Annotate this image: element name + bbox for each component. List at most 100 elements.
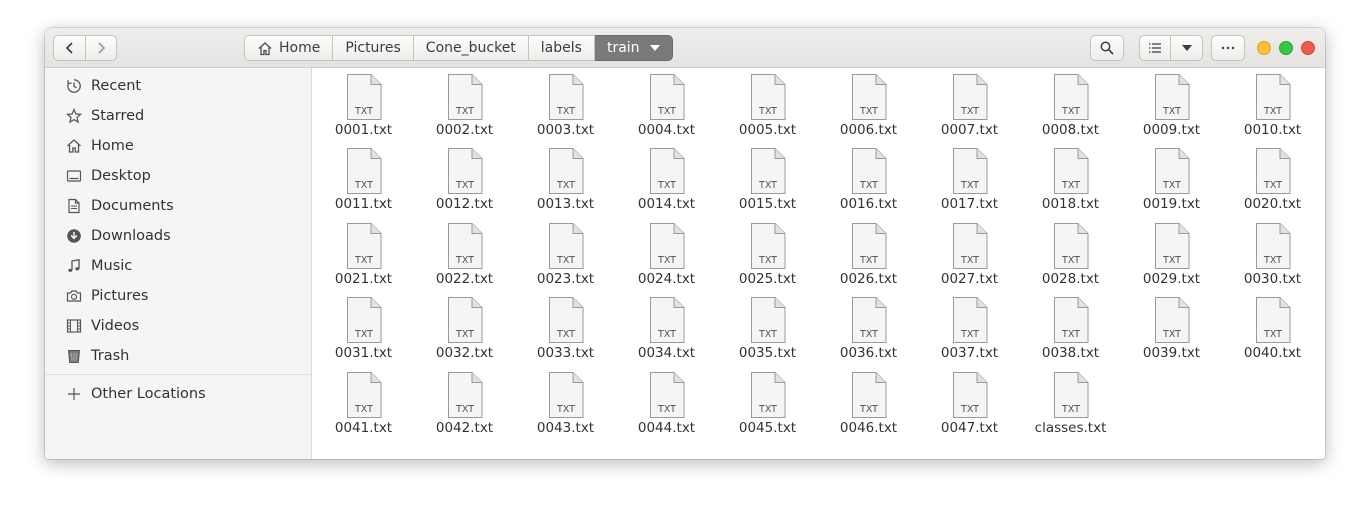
file-item[interactable]: TXT 0017.txt [919, 147, 1020, 221]
file-item[interactable]: TXT 0015.txt [717, 147, 818, 221]
file-item[interactable]: TXT 0003.txt [515, 73, 616, 147]
file-item[interactable]: TXT 0004.txt [616, 73, 717, 147]
file-item[interactable]: TXT 0025.txt [717, 222, 818, 296]
text-file-icon: TXT [447, 371, 482, 418]
back-button[interactable] [53, 35, 86, 61]
file-item[interactable]: TXT 0039.txt [1121, 296, 1222, 370]
file-item[interactable]: TXT 0023.txt [515, 222, 616, 296]
file-item[interactable]: TXT 0008.txt [1020, 73, 1121, 147]
caret-down-icon [649, 45, 660, 51]
file-name: 0013.txt [536, 196, 595, 213]
svg-text:TXT: TXT [455, 180, 474, 191]
svg-text:TXT: TXT [758, 329, 777, 340]
file-item[interactable]: TXT 0047.txt [919, 371, 1020, 445]
file-item[interactable]: TXT 0024.txt [616, 222, 717, 296]
file-item[interactable]: TXT 0043.txt [515, 371, 616, 445]
forward-button[interactable] [85, 35, 117, 61]
file-item[interactable]: TXT 0030.txt [1222, 222, 1323, 296]
text-file-icon: TXT [346, 297, 381, 344]
sidebar-item-pictures[interactable]: Pictures [45, 281, 311, 311]
file-item[interactable]: TXT 0021.txt [313, 222, 414, 296]
text-file-icon: TXT [548, 297, 583, 344]
menu-button[interactable] [1211, 35, 1245, 61]
sidebar-item-starred[interactable]: Starred [45, 101, 311, 131]
file-item[interactable]: TXT 0036.txt [818, 296, 919, 370]
svg-text:TXT: TXT [758, 255, 777, 266]
file-item[interactable]: TXT 0034.txt [616, 296, 717, 370]
file-item[interactable]: TXT 0011.txt [313, 147, 414, 221]
file-item[interactable]: TXT 0018.txt [1020, 147, 1121, 221]
file-item[interactable]: TXT 0028.txt [1020, 222, 1121, 296]
maximize-button[interactable] [1279, 41, 1293, 55]
file-item[interactable]: TXT 0005.txt [717, 73, 818, 147]
file-item[interactable]: TXT 0001.txt [313, 73, 414, 147]
file-item[interactable]: TXT 0002.txt [414, 73, 515, 147]
file-item[interactable]: TXT 0020.txt [1222, 147, 1323, 221]
sidebar-item-documents[interactable]: Documents [45, 191, 311, 221]
file-item[interactable]: TXT 0009.txt [1121, 73, 1222, 147]
file-item[interactable]: TXT 0019.txt [1121, 147, 1222, 221]
file-item[interactable]: TXT 0013.txt [515, 147, 616, 221]
crumb-label: Pictures [345, 40, 401, 56]
text-file-icon: TXT [851, 297, 886, 344]
text-file-icon: TXT [750, 222, 785, 269]
file-item[interactable]: TXT 0046.txt [818, 371, 919, 445]
file-item[interactable]: TXT 0016.txt [818, 147, 919, 221]
file-item[interactable]: TXT 0029.txt [1121, 222, 1222, 296]
file-item[interactable]: TXT 0042.txt [414, 371, 515, 445]
sidebar-item-recent[interactable]: Recent [45, 71, 311, 101]
text-file-icon: TXT [447, 297, 482, 344]
text-file-icon: TXT [750, 74, 785, 120]
crumb-cone-bucket[interactable]: Cone_bucket [413, 35, 529, 61]
crumb-home[interactable]: Home [244, 35, 334, 61]
sidebar-item-trash[interactable]: Trash [45, 341, 311, 371]
text-file-icon: TXT [952, 148, 987, 195]
file-item[interactable]: TXT 0027.txt [919, 222, 1020, 296]
crumb-train[interactable]: train [594, 35, 673, 61]
file-item[interactable]: TXT 0007.txt [919, 73, 1020, 147]
text-file-icon: TXT [346, 74, 381, 120]
sidebar-item-home[interactable]: Home [45, 131, 311, 161]
file-item[interactable]: TXT 0012.txt [414, 147, 515, 221]
sidebar-item-downloads[interactable]: Downloads [45, 221, 311, 251]
close-button[interactable] [1301, 41, 1315, 55]
file-item[interactable]: TXT 0031.txt [313, 296, 414, 370]
view-options-button[interactable] [1170, 35, 1203, 61]
file-item[interactable]: TXT 0006.txt [818, 73, 919, 147]
sidebar-item-desktop[interactable]: Desktop [45, 161, 311, 191]
file-name: 0030.txt [1243, 270, 1302, 287]
file-item[interactable]: TXT 0014.txt [616, 147, 717, 221]
file-item[interactable]: TXT 0033.txt [515, 296, 616, 370]
text-file-icon: TXT [649, 148, 684, 195]
sidebar-item-other-locations[interactable]: Other Locations [45, 379, 311, 409]
text-file-icon: TXT [851, 148, 886, 195]
file-name: 0035.txt [738, 345, 797, 362]
file-view: TXT 0001.txt TXT 0002.txt TXT 0003.txt T… [313, 68, 1325, 459]
crumb-pictures[interactable]: Pictures [333, 35, 414, 61]
text-file-icon: TXT [548, 148, 583, 195]
file-item[interactable]: TXT 0037.txt [919, 296, 1020, 370]
file-manager-window: Home Pictures Cone_bucket labels train R… [45, 28, 1325, 459]
file-item[interactable]: TXT classes.txt [1020, 371, 1121, 445]
file-item[interactable]: TXT 0035.txt [717, 296, 818, 370]
crumb-label: Home [279, 40, 321, 56]
file-item[interactable]: TXT 0010.txt [1222, 73, 1323, 147]
file-item[interactable]: TXT 0044.txt [616, 371, 717, 445]
file-item[interactable]: TXT 0026.txt [818, 222, 919, 296]
search-button[interactable] [1090, 35, 1124, 61]
file-item[interactable]: TXT 0040.txt [1222, 296, 1323, 370]
svg-text:TXT: TXT [556, 106, 575, 117]
minimize-button[interactable] [1257, 41, 1271, 55]
sidebar-item-music[interactable]: Music [45, 251, 311, 281]
file-item[interactable]: TXT 0045.txt [717, 371, 818, 445]
crumb-labels[interactable]: labels [528, 35, 595, 61]
file-item[interactable]: TXT 0032.txt [414, 296, 515, 370]
file-name: 0005.txt [738, 122, 797, 138]
sidebar-item-videos[interactable]: Videos [45, 311, 311, 341]
file-item[interactable]: TXT 0038.txt [1020, 296, 1121, 370]
list-view-button[interactable] [1139, 35, 1171, 61]
file-item[interactable]: TXT 0022.txt [414, 222, 515, 296]
svg-text:TXT: TXT [657, 180, 676, 191]
document-icon [65, 197, 83, 215]
file-item[interactable]: TXT 0041.txt [313, 371, 414, 445]
